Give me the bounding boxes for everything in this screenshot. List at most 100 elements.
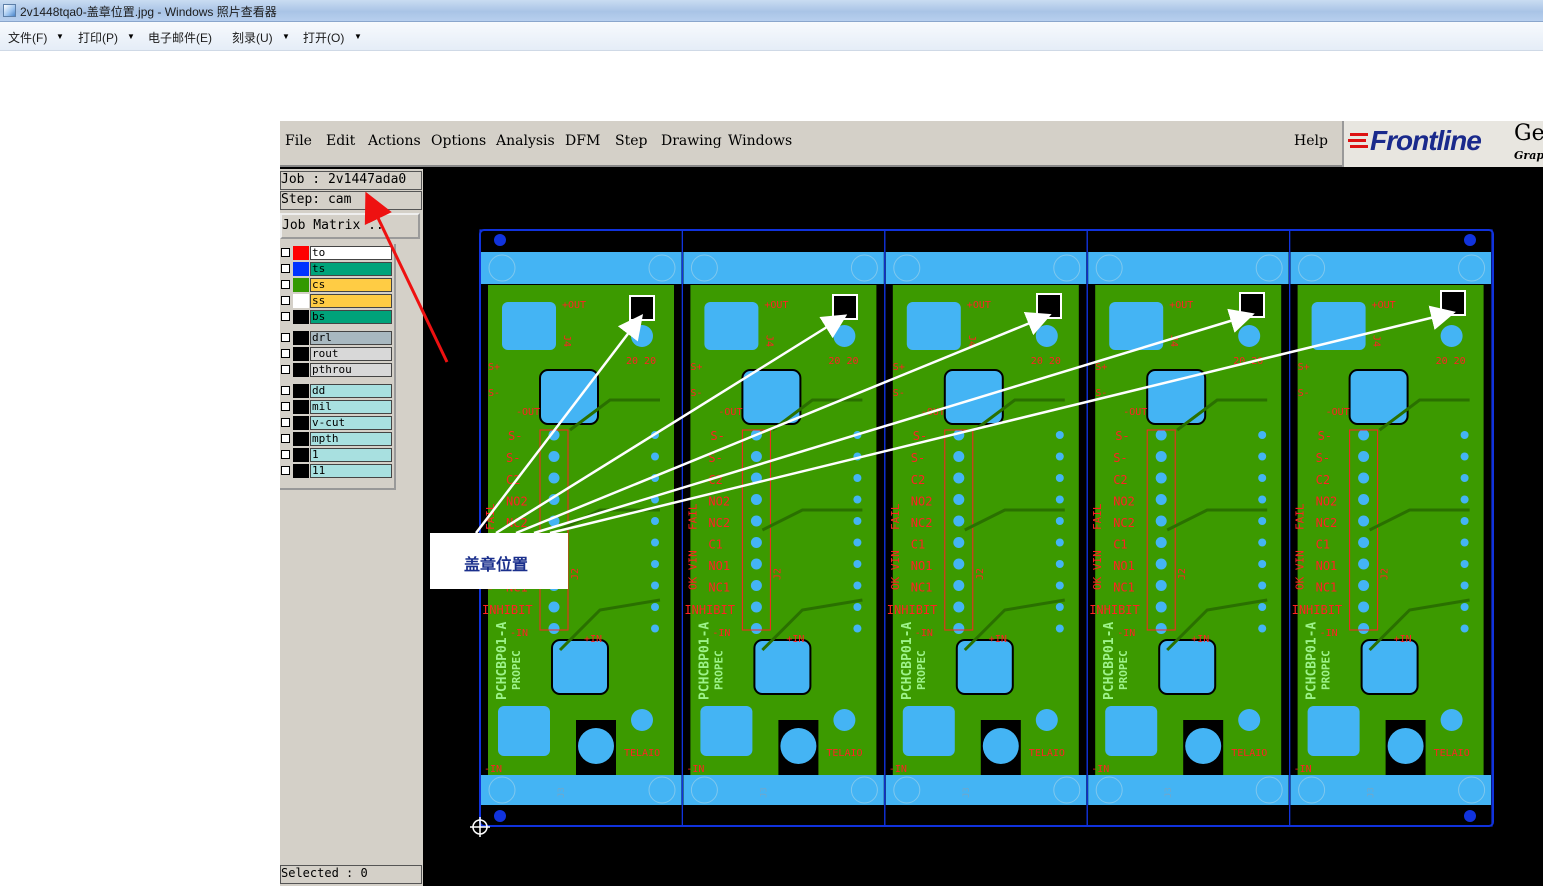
layer-checkbox[interactable] xyxy=(281,402,290,411)
ic-pin xyxy=(1460,452,1469,461)
genesis-menu-item[interactable]: Windows xyxy=(728,133,792,149)
pad-round xyxy=(1387,728,1424,764)
layer-row[interactable]: mpth xyxy=(280,432,394,446)
silk-label: 20 20 xyxy=(1233,356,1263,367)
layer-checkbox[interactable] xyxy=(281,296,290,305)
silk-label: J2 xyxy=(772,568,783,580)
genesis-menu-item[interactable]: Actions xyxy=(368,133,421,149)
silk-label: NO2 xyxy=(506,495,528,509)
ic-pin xyxy=(953,515,965,527)
layer-checkbox[interactable] xyxy=(281,466,290,475)
silk-label: OK VIN xyxy=(1091,550,1104,590)
top-rail xyxy=(885,252,1087,284)
ic-pin xyxy=(750,580,762,591)
layer-checkbox[interactable] xyxy=(281,418,290,427)
layer-checkbox[interactable] xyxy=(281,450,290,459)
layer-row[interactable]: ss xyxy=(280,294,394,308)
layer-row[interactable]: drl xyxy=(280,331,394,345)
silk-label: J4 xyxy=(1168,335,1179,347)
silk-label: INHIBIT xyxy=(1292,603,1343,617)
layer-checkbox[interactable] xyxy=(281,248,290,257)
viewer-menu-item[interactable]: 打开(O) xyxy=(303,29,344,46)
layer-checkbox[interactable] xyxy=(281,280,290,289)
ic-pin xyxy=(853,624,862,633)
layer-name: to xyxy=(310,246,392,260)
genesis-menu-item[interactable]: Step xyxy=(615,133,647,149)
silk-label: TELAIO xyxy=(1434,748,1470,759)
layer-color-swatch xyxy=(293,278,309,292)
silk-label: J3 xyxy=(557,787,567,798)
silk-label: TELAIO xyxy=(624,748,660,759)
silk-label: PCHCBP01-A xyxy=(1305,622,1320,700)
silk-label: TELAIO xyxy=(1029,748,1065,759)
layer-checkbox[interactable] xyxy=(281,434,290,443)
genesis-menu-item[interactable]: File xyxy=(285,133,312,149)
ic-pin xyxy=(651,452,659,461)
layer-name: bs xyxy=(310,310,392,324)
silk-label: +OUT xyxy=(562,300,586,311)
viewer-menu-item[interactable]: 打印(P) xyxy=(78,29,118,46)
silk-label: FAIL xyxy=(889,503,902,530)
silk-label: NO1 xyxy=(911,559,933,573)
ic-pin xyxy=(1155,451,1167,462)
bottom-rail xyxy=(885,775,1087,805)
ic-pin xyxy=(1358,601,1370,613)
pcb-canvas[interactable]: +OUT -OUT S+ S- S- S- C2 NO2 NC2 C1 NO1 NC1 INHIBIT -… xyxy=(423,169,1543,886)
layer-row[interactable]: 1 xyxy=(280,448,394,462)
silk-label: C1 xyxy=(1113,538,1127,552)
genesis-left-panel: Job : 2v1447ada0 Step: cam Job Matrix ..… xyxy=(280,169,423,886)
job-matrix-button[interactable]: Job Matrix .. xyxy=(280,213,420,239)
silk-label: -IN xyxy=(484,764,502,775)
layer-row[interactable]: ts xyxy=(280,262,394,276)
layer-name: cs xyxy=(310,278,392,292)
genesis-menu-item[interactable]: Edit xyxy=(326,133,355,149)
logo-partial-sub: Grap xyxy=(1514,149,1543,162)
ic-pin xyxy=(953,580,965,591)
silk-label: S+ xyxy=(690,362,702,373)
pad-large xyxy=(498,706,550,756)
silk-label: OK VIN xyxy=(889,550,902,590)
layer-checkbox[interactable] xyxy=(281,365,290,374)
silk-label: PCHCBP01-A xyxy=(1102,622,1117,700)
ic-pin xyxy=(953,494,965,505)
genesis-menu-item[interactable]: Options xyxy=(431,133,486,149)
viewer-menu-item[interactable]: 刻录(U) xyxy=(232,29,273,46)
window-titlebar[interactable]: 2v1448tqa0-盖章位置.jpg - Windows 照片查看器 xyxy=(0,0,1543,22)
genesis-menu-help[interactable]: Help xyxy=(1294,133,1328,149)
layer-row[interactable]: mil xyxy=(280,400,394,414)
layer-row[interactable]: pthrou xyxy=(280,363,394,377)
layer-checkbox[interactable] xyxy=(281,264,290,273)
layer-row[interactable]: v-cut xyxy=(280,416,394,430)
viewer-menu-item[interactable]: 文件(F) xyxy=(8,29,47,46)
layer-row[interactable]: 11 xyxy=(280,464,394,478)
layer-row[interactable]: bs xyxy=(280,310,394,324)
silk-label: C2 xyxy=(1113,473,1127,487)
layer-row[interactable]: cs xyxy=(280,278,394,292)
layer-checkbox[interactable] xyxy=(281,312,290,321)
ic-pin xyxy=(1155,580,1167,591)
ic-pin xyxy=(853,560,862,568)
layer-name: 11 xyxy=(310,464,392,478)
silk-label: -IN xyxy=(712,628,730,639)
silk-label: J4 xyxy=(763,335,774,347)
layer-checkbox[interactable] xyxy=(281,333,290,342)
layer-row[interactable]: dd xyxy=(280,384,394,398)
ic-pin xyxy=(1055,624,1064,633)
genesis-menu-item[interactable]: Drawing xyxy=(661,133,722,149)
genesis-menu-item[interactable]: DFM xyxy=(565,133,600,149)
layer-checkbox[interactable] xyxy=(281,386,290,395)
dropdown-arrow-icon: ▼ xyxy=(127,32,135,41)
layer-row[interactable]: rout xyxy=(280,347,394,361)
silk-label: PCHCBP01-A xyxy=(900,622,915,700)
layer-row[interactable]: to xyxy=(280,246,394,260)
dropdown-arrow-icon: ▼ xyxy=(354,32,362,41)
bottom-rail xyxy=(481,775,682,805)
layer-name: drl xyxy=(310,331,392,345)
layer-checkbox[interactable] xyxy=(281,349,290,358)
viewer-menu-item[interactable]: 电子邮件(E) xyxy=(148,29,212,46)
layer-name: dd xyxy=(310,384,392,398)
ic-pin xyxy=(1258,431,1267,439)
genesis-menu-item[interactable]: Analysis xyxy=(496,133,555,149)
ic-pin xyxy=(1460,431,1469,439)
silk-label: +IN xyxy=(584,634,602,645)
